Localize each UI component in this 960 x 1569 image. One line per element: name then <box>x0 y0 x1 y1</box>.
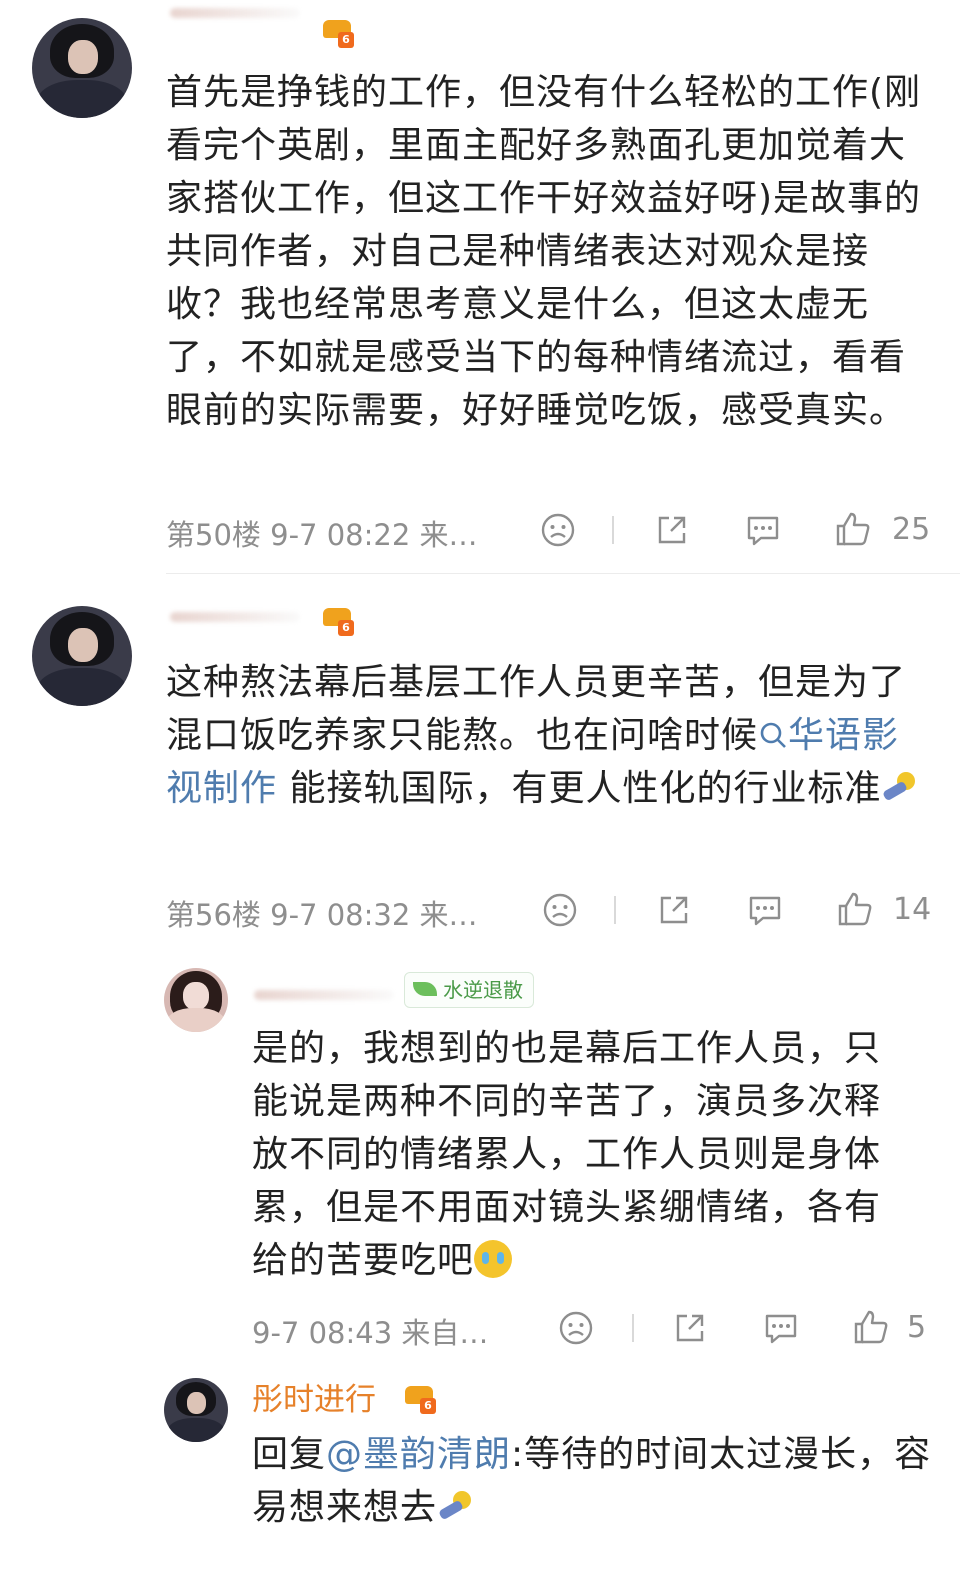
reply-text: 回复@墨韵清朗:等待的时间太过漫长，容易想来想去 <box>252 1428 932 1534</box>
avatar[interactable] <box>32 606 132 706</box>
avatar-coat <box>167 1417 225 1442</box>
user-tag-label: 水逆退散 <box>443 978 523 1002</box>
comment-icon[interactable] <box>762 1310 800 1346</box>
level-number: 6 <box>338 620 354 636</box>
comment-meta: 第50楼 9-7 08:22 来… <box>166 518 478 552</box>
user-level-badge-icon: 6 <box>402 1384 436 1414</box>
avatar-face <box>68 40 98 74</box>
crying-face-emoji <box>474 1240 513 1278</box>
comment-text-part: 能接轨国际，有更人性化的行业标准 <box>277 768 882 809</box>
divider <box>614 896 616 924</box>
avatar[interactable] <box>164 968 228 1032</box>
avatar-coat <box>167 1007 225 1032</box>
avatar-coat <box>37 80 127 118</box>
blurred-username <box>254 990 394 1000</box>
thumbs-up-icon[interactable] <box>834 510 872 548</box>
divider <box>612 516 614 544</box>
like-count: 25 <box>892 512 931 547</box>
sad-face-icon[interactable] <box>540 512 576 548</box>
search-icon <box>760 722 786 748</box>
sleepy-hand-emoji <box>437 1487 475 1525</box>
reply-text: 是的，我想到的也是幕后工作人员，只能说是两种不同的辛苦了，演员多次释放不同的情绪… <box>252 1022 902 1287</box>
comment-icon[interactable] <box>746 892 784 928</box>
avatar-face <box>187 1392 207 1414</box>
sleepy-hand-emoji <box>881 768 919 806</box>
blurred-username <box>170 8 300 18</box>
user-level-badge-icon: 6 <box>320 606 354 636</box>
comment-text: 首先是挣钱的工作，但没有什么轻松的工作(刚看完个英剧，里面主配好多熟面孔更加觉着… <box>166 72 922 431</box>
thumbs-up-icon[interactable] <box>836 890 874 928</box>
comment-icon[interactable] <box>744 512 782 548</box>
share-icon[interactable] <box>656 892 692 928</box>
comment-meta: 第56楼 9-7 08:32 来… <box>166 898 478 932</box>
separator <box>166 573 960 574</box>
share-icon[interactable] <box>672 1310 708 1346</box>
like-count: 5 <box>907 1310 927 1345</box>
avatar[interactable] <box>32 18 132 118</box>
avatar[interactable] <box>164 1378 228 1442</box>
avatar-face <box>183 982 209 1011</box>
leaf-icon <box>413 982 437 996</box>
share-icon[interactable] <box>654 512 690 548</box>
level-number: 6 <box>420 1398 436 1414</box>
comment-text: 这种熬法幕后基层工作人员更辛苦，但是为了混口饭吃养家只能熬。也在问啥时候 华语影视… <box>166 656 926 815</box>
like-count: 14 <box>893 892 932 927</box>
reply-prefix: 回复 <box>252 1434 327 1475</box>
avatar-face <box>68 628 98 662</box>
mention-link[interactable]: @墨韵清朗 <box>326 1434 511 1475</box>
avatar-coat <box>37 668 127 706</box>
user-tag: 水逆退散 <box>404 972 534 1008</box>
reply-text-part: 是的，我想到的也是幕后工作人员，只能说是两种不同的辛苦了，演员多次释放不同的情绪… <box>252 1028 882 1281</box>
sad-face-icon[interactable] <box>542 892 578 928</box>
divider <box>632 1314 634 1342</box>
username[interactable]: 彤时进行 <box>252 1374 376 1419</box>
sad-face-icon[interactable] <box>558 1310 594 1346</box>
thumbs-up-icon[interactable] <box>852 1308 890 1346</box>
blurred-username <box>170 612 300 622</box>
reply-meta: 9-7 08:43 来自… <box>252 1316 489 1350</box>
user-level-badge-icon: 6 <box>320 18 354 48</box>
level-number: 6 <box>338 32 354 48</box>
